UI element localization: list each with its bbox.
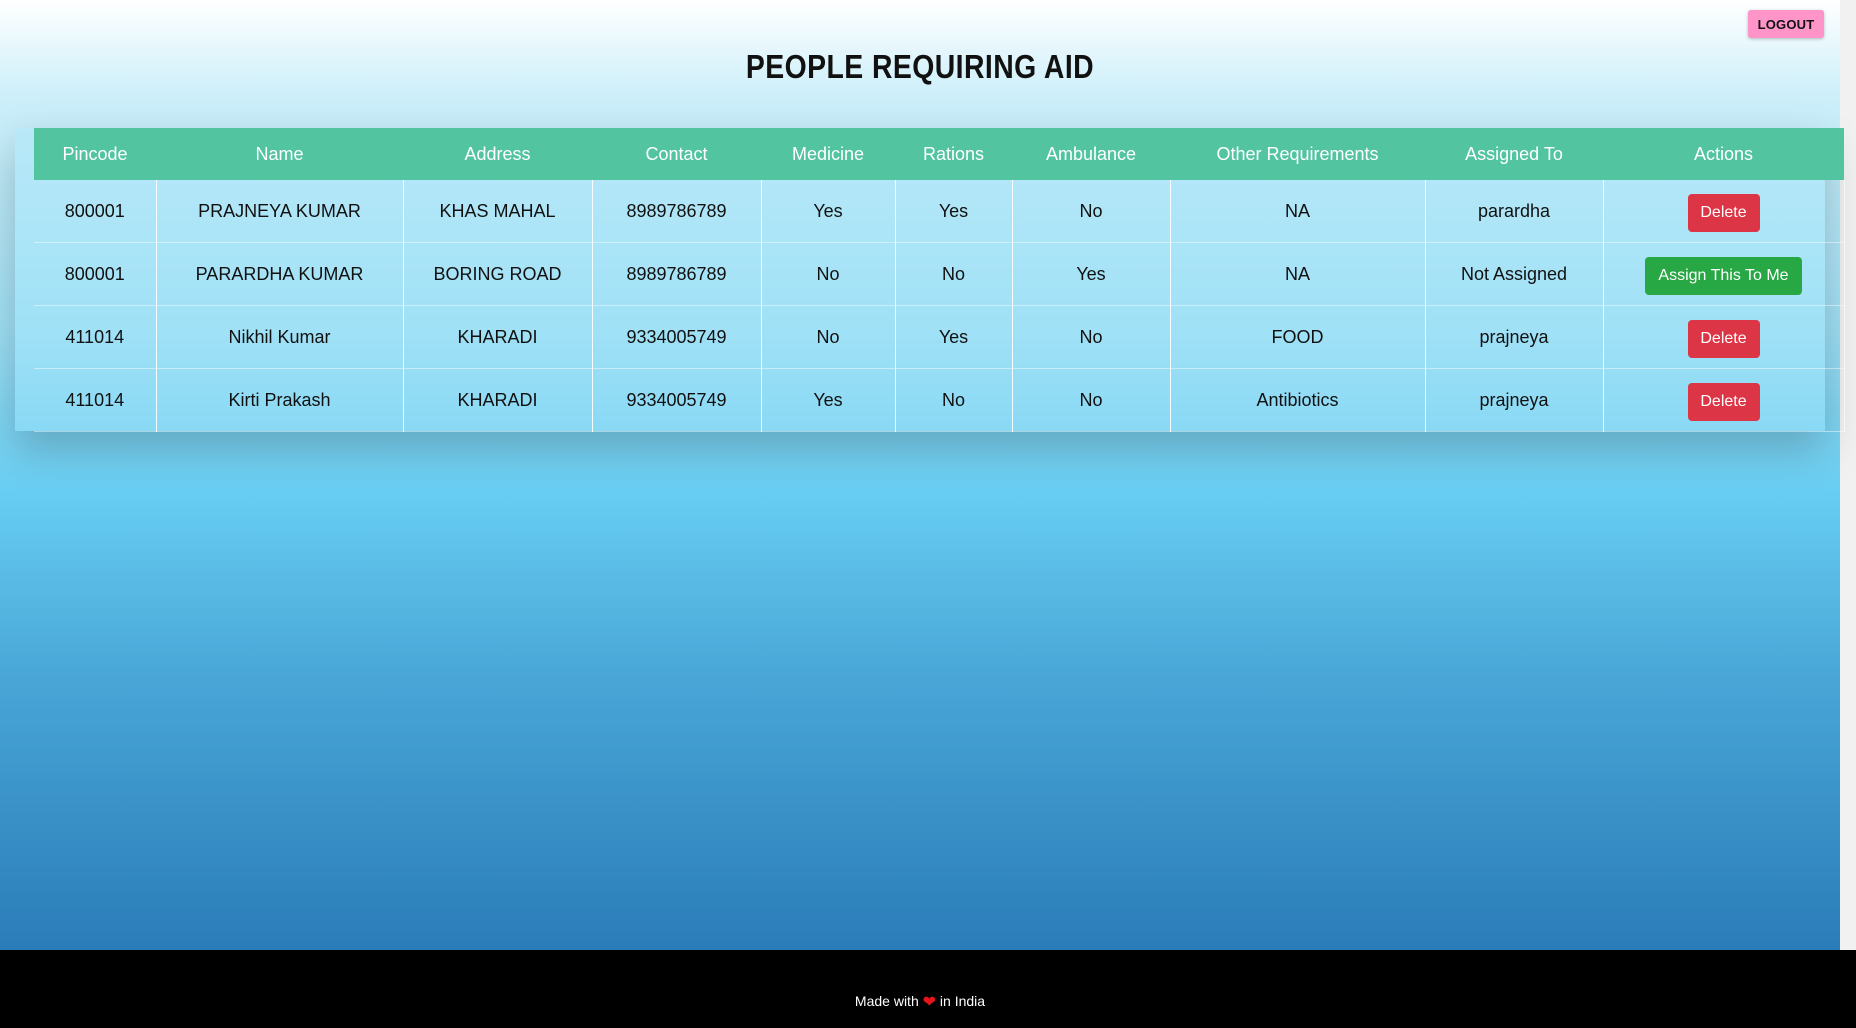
delete-button[interactable]: Delete <box>1687 194 1760 232</box>
footer <box>0 950 1856 1028</box>
delete-button[interactable]: Delete <box>1687 320 1760 358</box>
cell-other-requirements: NA <box>1170 242 1426 306</box>
cell-ambulance: No <box>1012 368 1171 432</box>
cell-assigned-to: prajneya <box>1425 368 1604 432</box>
cell-pincode: 800001 <box>34 180 157 243</box>
table-row: 411014 Nikhil Kumar KHARADI 9334005749 N… <box>34 305 1845 369</box>
cell-ambulance: No <box>1012 305 1171 369</box>
cell-pincode: 411014 <box>34 305 157 369</box>
table-row: 800001 PARARDHA KUMAR BORING ROAD 898978… <box>34 242 1845 306</box>
column-header-pincode[interactable]: Pincode <box>34 128 156 180</box>
cell-name: Kirti Prakash <box>156 368 404 432</box>
footer-in-india: in India <box>939 993 986 1009</box>
cell-actions: Assign This To Me <box>1603 242 1845 306</box>
cell-medicine: Yes <box>761 368 896 432</box>
cell-name: Nikhil Kumar <box>156 305 404 369</box>
cell-address: BORING ROAD <box>403 242 593 306</box>
cell-contact: 9334005749 <box>592 305 762 369</box>
footer-made-with: Made with <box>854 993 919 1009</box>
cell-contact: 8989786789 <box>592 242 762 306</box>
cell-other-requirements: Antibiotics <box>1170 368 1426 432</box>
cell-rations: Yes <box>895 180 1013 243</box>
cell-ambulance: No <box>1012 180 1171 243</box>
cell-ambulance: Yes <box>1012 242 1171 306</box>
cell-other-requirements: NA <box>1170 180 1426 243</box>
delete-button[interactable]: Delete <box>1687 383 1760 421</box>
cell-address: KHAS MAHAL <box>403 180 593 243</box>
cell-rations: Yes <box>895 305 1013 369</box>
table-row: 411014 Kirti Prakash KHARADI 9334005749 … <box>34 368 1845 432</box>
column-header-medicine[interactable]: Medicine <box>761 128 895 180</box>
cell-assigned-to: prajneya <box>1425 305 1604 369</box>
cell-assigned-to: Not Assigned <box>1425 242 1604 306</box>
cell-other-requirements: FOOD <box>1170 305 1426 369</box>
cell-medicine: Yes <box>761 180 896 243</box>
column-header-other-requirements[interactable]: Other Requirements <box>1170 128 1425 180</box>
column-header-address[interactable]: Address <box>403 128 592 180</box>
column-header-name[interactable]: Name <box>156 128 403 180</box>
table-header-row: Pincode Name Address Contact Medicine Ra… <box>34 128 1844 180</box>
aid-table: Pincode Name Address Contact Medicine Ra… <box>34 128 1845 432</box>
cell-rations: No <box>895 242 1013 306</box>
cell-medicine: No <box>761 305 896 369</box>
cell-actions: Delete <box>1603 305 1845 369</box>
cell-assigned-to: parardha <box>1425 180 1604 243</box>
cell-medicine: No <box>761 242 896 306</box>
column-header-contact[interactable]: Contact <box>592 128 761 180</box>
column-header-actions: Actions <box>1603 128 1844 180</box>
page-title: PEOPLE REQUIRING AID <box>745 48 1095 85</box>
heart-icon: ❤ <box>922 994 937 1011</box>
cell-actions: Delete <box>1603 180 1845 243</box>
cell-address: KHARADI <box>403 305 593 369</box>
cell-name: PRAJNEYA KUMAR <box>156 180 404 243</box>
cell-address: KHARADI <box>403 368 593 432</box>
column-header-ambulance[interactable]: Ambulance <box>1012 128 1170 180</box>
logout-button[interactable]: LOGOUT <box>1748 10 1824 38</box>
cell-pincode: 411014 <box>34 368 157 432</box>
column-header-assigned-to[interactable]: Assigned To <box>1425 128 1603 180</box>
table-row: 800001 PRAJNEYA KUMAR KHAS MAHAL 8989786… <box>34 180 1845 243</box>
cell-contact: 8989786789 <box>592 180 762 243</box>
assign-to-me-button[interactable]: Assign This To Me <box>1645 257 1802 295</box>
cell-rations: No <box>895 368 1013 432</box>
footer-text: Made with ❤ in India <box>0 991 1840 1013</box>
column-header-rations[interactable]: Rations <box>895 128 1012 180</box>
cell-pincode: 800001 <box>34 242 157 306</box>
cell-name: PARARDHA KUMAR <box>156 242 404 306</box>
cell-actions: Delete <box>1603 368 1845 432</box>
cell-contact: 9334005749 <box>592 368 762 432</box>
